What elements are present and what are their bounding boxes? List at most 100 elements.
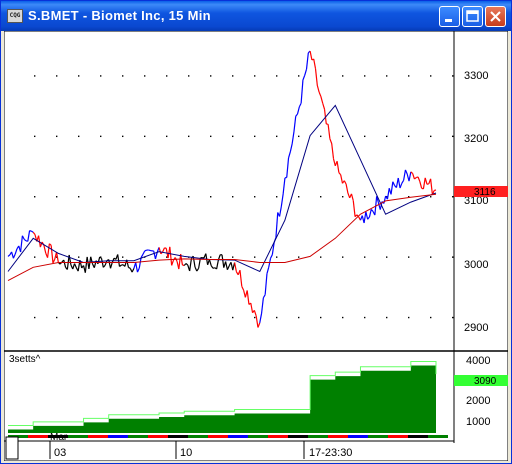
price-segment — [14, 248, 18, 255]
grid-dot — [78, 256, 80, 258]
last-price-value: 3116 — [474, 187, 496, 198]
grid-dot — [210, 196, 212, 198]
title-bar[interactable]: CQG S.BMET - Biomet Inc, 15 Min — [1, 1, 511, 31]
price-segment — [278, 206, 282, 217]
minimize-icon — [445, 19, 452, 22]
price-segment — [332, 158, 336, 166]
grid-dot — [364, 316, 366, 319]
grid-dot — [386, 75, 388, 77]
grid-dot — [56, 75, 58, 77]
price-segment — [135, 262, 139, 273]
grid-dot — [56, 196, 58, 198]
grid-dot — [188, 316, 190, 319]
grid-dot — [254, 316, 256, 319]
price-segment — [295, 113, 298, 117]
grid-dot — [452, 256, 454, 258]
session-strip-cell — [108, 435, 128, 438]
session-strip-cell — [128, 435, 148, 438]
price-segment — [32, 231, 36, 235]
grid-dot — [232, 75, 234, 77]
grid-dot — [320, 135, 322, 138]
grid-dot — [210, 135, 212, 138]
minimize-button[interactable] — [439, 6, 460, 27]
time-label-03: 03 — [54, 447, 66, 459]
price-segment — [318, 91, 322, 97]
close-button[interactable] — [485, 6, 506, 27]
grid-dot — [364, 135, 366, 138]
price-segment — [178, 253, 182, 270]
price-segment — [270, 254, 273, 259]
grid-dot — [320, 196, 322, 198]
grid-dot — [276, 316, 278, 319]
price-segment — [255, 315, 259, 328]
grid-dot — [408, 135, 410, 138]
price-segment — [208, 259, 212, 266]
chart-area[interactable]: 3300 3200 3100 3000 2900 3116 3setts^ 40… — [4, 31, 508, 461]
price-segment — [302, 75, 306, 81]
grid-dot — [144, 196, 146, 198]
grid-dot — [122, 135, 124, 138]
grid-dot — [254, 75, 256, 77]
session-strip-cell — [288, 435, 308, 438]
grid-dot — [100, 316, 102, 319]
app-icon[interactable]: CQG — [7, 9, 23, 23]
price-segment — [316, 85, 320, 93]
grid-dot — [78, 316, 80, 319]
maximize-icon — [466, 10, 479, 22]
scroll-handle[interactable] — [5, 436, 19, 460]
price-segment — [19, 235, 23, 253]
grid-dot — [386, 135, 388, 138]
price-segment — [104, 260, 108, 266]
price-chart[interactable]: 3300 3200 3100 3000 2900 3116 3setts^ 40… — [4, 31, 508, 461]
price-segment — [367, 216, 370, 220]
price-segment — [313, 58, 317, 69]
grid-dot — [56, 316, 58, 319]
price-segment — [260, 297, 264, 314]
grid-dot — [342, 75, 344, 77]
session-strip-cell — [428, 435, 448, 438]
indicator-tick-1000: 1000 — [466, 416, 490, 428]
maximize-button[interactable] — [462, 6, 483, 27]
price-segment — [280, 193, 284, 207]
price-segment — [343, 180, 347, 185]
grid-dot — [34, 196, 36, 198]
price-segment — [241, 286, 245, 291]
price-segment — [327, 124, 331, 139]
price-segment — [102, 264, 106, 268]
price-segment — [144, 249, 147, 252]
price-segment — [298, 102, 302, 108]
grid-dot — [188, 196, 190, 198]
grid-dot — [100, 135, 102, 138]
session-strip-cell — [28, 435, 48, 438]
grid-dot — [122, 256, 124, 258]
price-segment — [253, 310, 257, 316]
price-segment — [196, 267, 200, 272]
session-strip-cell — [148, 435, 168, 438]
grid-dot — [254, 256, 256, 258]
grid-dot — [56, 135, 58, 138]
price-segment — [233, 262, 237, 272]
grid-dot — [320, 316, 322, 319]
price-segment — [345, 183, 349, 194]
grid-dot — [364, 256, 366, 258]
grid-dot — [386, 256, 388, 258]
chart-window: CQG S.BMET - Biomet Inc, 15 Min 3300 320… — [0, 0, 512, 464]
price-segment — [189, 258, 193, 272]
price-segment — [399, 183, 403, 189]
price-segment — [386, 188, 390, 200]
grid-dot — [430, 75, 432, 77]
price-segment — [73, 263, 77, 268]
session-strip-cell — [348, 435, 368, 438]
grid-dot — [232, 196, 234, 198]
price-segment — [338, 172, 342, 176]
grid-dot — [34, 316, 36, 319]
session-strip-cell — [88, 435, 108, 438]
grid-dot — [276, 75, 278, 77]
price-segment — [403, 169, 407, 181]
session-strip-cell — [228, 435, 248, 438]
price-segment — [84, 256, 88, 273]
grid-dot — [122, 316, 124, 319]
price-segment — [109, 262, 113, 269]
grid-dot — [210, 316, 212, 319]
price-segment — [264, 273, 268, 295]
